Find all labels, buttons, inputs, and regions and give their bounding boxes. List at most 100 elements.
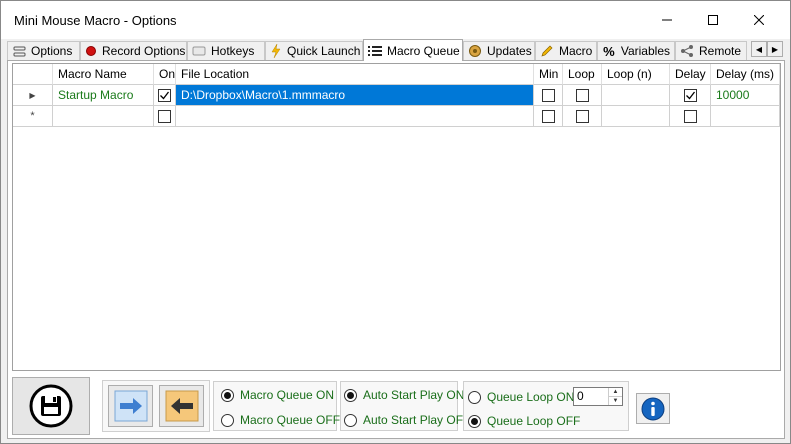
cell-macro-name[interactable] xyxy=(53,106,154,127)
row-selector[interactable]: * xyxy=(13,106,53,127)
pencil-icon xyxy=(540,44,554,58)
arrow-right-icon xyxy=(114,390,147,422)
list-icon xyxy=(368,44,382,58)
macro-queue-panel: Macro Name On File Location Min Loop Loo… xyxy=(7,60,785,439)
minimize-button[interactable] xyxy=(644,1,690,39)
cell-loop[interactable] xyxy=(563,106,602,127)
options-icon xyxy=(12,44,26,58)
macro-queue-grid: Macro Name On File Location Min Loop Loo… xyxy=(12,63,781,371)
on-checkbox[interactable] xyxy=(158,88,171,102)
tab-scroll-arrows: ◀ ▶ xyxy=(751,41,783,57)
stepper-down-button[interactable]: ▼ xyxy=(609,396,622,405)
cell-min[interactable] xyxy=(534,106,563,127)
options-window: Mini Mouse Macro - Options Options Recor… xyxy=(0,0,791,444)
macro-queue-off-radio[interactable]: Macro Queue OFF xyxy=(221,413,340,427)
cell-delay[interactable] xyxy=(670,85,711,106)
tab-label: Options xyxy=(31,44,73,58)
maximize-button[interactable] xyxy=(690,1,736,39)
save-button[interactable] xyxy=(12,377,90,435)
radio-unselected-icon xyxy=(468,390,481,404)
min-checkbox[interactable] xyxy=(541,88,555,102)
add-to-queue-button[interactable] xyxy=(108,385,153,427)
table-row: ▶ Startup Macro D:\Dropbox\Macro\1.mmmac… xyxy=(13,85,780,106)
cell-macro-name[interactable]: Startup Macro xyxy=(53,85,154,106)
queue-loop-count-value[interactable]: 0 xyxy=(574,388,608,405)
cell-loop-n[interactable] xyxy=(602,85,670,106)
tab-label: Macro xyxy=(559,44,593,58)
cell-loop[interactable] xyxy=(563,85,602,106)
queue-loop-count-stepper[interactable]: 0 ▲ ▼ xyxy=(573,387,623,406)
lightning-icon xyxy=(270,44,282,58)
cell-delay[interactable] xyxy=(670,106,711,127)
tab-scroll-right[interactable]: ▶ xyxy=(767,41,783,57)
stepper-up-button[interactable]: ▲ xyxy=(609,388,622,396)
auto-start-on-radio[interactable]: Auto Start Play ON xyxy=(344,388,464,402)
cell-min[interactable] xyxy=(534,85,563,106)
record-dot-icon xyxy=(85,44,97,58)
row-header-corner xyxy=(13,64,53,85)
loop-checkbox[interactable] xyxy=(575,88,589,102)
tab-label: Variables xyxy=(620,44,670,58)
info-button[interactable] xyxy=(636,393,670,424)
auto-start-off-radio[interactable]: Auto Start Play OFF xyxy=(344,413,470,427)
remove-from-queue-button[interactable] xyxy=(159,385,204,427)
tab-updates[interactable]: Updates xyxy=(463,41,535,60)
cell-on[interactable] xyxy=(154,85,176,106)
tab-record-options[interactable]: Record Options xyxy=(80,41,187,60)
radio-label: Auto Start Play ON xyxy=(363,388,465,402)
window-title: Mini Mouse Macro - Options xyxy=(14,13,177,28)
radio-label: Queue Loop ON xyxy=(487,390,575,404)
info-icon xyxy=(641,397,665,420)
check-icon xyxy=(685,91,695,99)
delay-checkbox[interactable] xyxy=(683,109,697,123)
column-header-min[interactable]: Min xyxy=(534,64,563,85)
column-header-loop-n[interactable]: Loop (n) xyxy=(602,64,670,85)
column-header-file-location[interactable]: File Location xyxy=(176,64,534,85)
delay-checkbox[interactable] xyxy=(683,88,697,102)
close-button[interactable] xyxy=(736,1,782,39)
tab-remote[interactable]: Remote xyxy=(675,41,747,60)
radio-selected-icon xyxy=(344,388,357,402)
cell-delay-ms[interactable]: 10000 xyxy=(711,85,780,106)
percent-icon: % xyxy=(603,43,615,59)
tab-variables[interactable]: % Variables xyxy=(597,41,675,60)
tab-label: Macro Queue xyxy=(387,43,460,58)
column-header-macro-name[interactable]: Macro Name xyxy=(53,64,154,85)
cell-delay-ms[interactable] xyxy=(711,106,780,127)
tab-label: Record Options xyxy=(102,44,186,58)
row-selector[interactable]: ▶ xyxy=(13,85,53,106)
radio-unselected-icon xyxy=(344,413,357,427)
cell-loop-n[interactable] xyxy=(602,106,670,127)
radio-label: Macro Queue ON xyxy=(240,388,335,402)
radio-selected-icon xyxy=(221,388,234,402)
min-checkbox[interactable] xyxy=(541,109,555,123)
tab-quick-launch[interactable]: Quick Launch xyxy=(265,41,363,60)
tab-label: Quick Launch xyxy=(287,44,361,58)
column-header-delay[interactable]: Delay xyxy=(670,64,711,85)
cell-file-location[interactable]: D:\Dropbox\Macro\1.mmmacro xyxy=(176,85,534,106)
close-icon xyxy=(754,15,764,25)
macro-queue-on-radio[interactable]: Macro Queue ON xyxy=(221,388,334,402)
tab-macro[interactable]: Macro xyxy=(535,41,597,60)
cell-on[interactable] xyxy=(154,106,176,127)
share-icon xyxy=(680,44,694,58)
queue-loop-off-radio[interactable]: Queue Loop OFF xyxy=(468,414,580,428)
updates-icon xyxy=(468,44,482,58)
cell-file-location[interactable] xyxy=(176,106,534,127)
queue-loop-on-radio[interactable]: Queue Loop ON xyxy=(468,390,574,404)
column-header-on[interactable]: On xyxy=(154,64,176,85)
tab-hotkeys[interactable]: Hotkeys xyxy=(187,41,265,60)
loop-checkbox[interactable] xyxy=(575,109,589,123)
column-header-delay-ms[interactable]: Delay (ms) xyxy=(711,64,780,85)
stepper-arrows: ▲ ▼ xyxy=(608,388,622,405)
tab-scroll-left[interactable]: ◀ xyxy=(751,41,767,57)
on-checkbox[interactable] xyxy=(158,109,171,123)
column-header-loop[interactable]: Loop xyxy=(563,64,602,85)
tab-options[interactable]: Options xyxy=(7,41,80,60)
tab-macro-queue[interactable]: Macro Queue xyxy=(363,39,463,61)
radio-label: Auto Start Play OFF xyxy=(363,413,471,427)
chevron-up-icon: ▲ xyxy=(612,389,619,395)
title-bar: Mini Mouse Macro - Options xyxy=(1,1,790,39)
radio-label: Queue Loop OFF xyxy=(487,414,581,428)
check-icon xyxy=(160,91,170,99)
